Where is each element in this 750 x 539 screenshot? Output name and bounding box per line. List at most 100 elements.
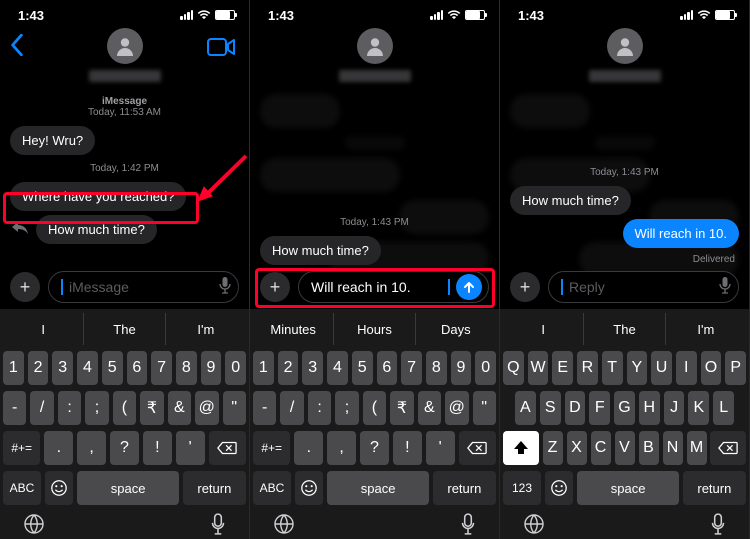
key-a[interactable]: A <box>515 391 536 425</box>
key-![interactable]: ! <box>393 431 422 465</box>
key-h[interactable]: H <box>639 391 660 425</box>
key-.[interactable]: . <box>294 431 323 465</box>
message-input[interactable]: Will reach in 10. <box>298 271 489 303</box>
key-([interactable]: ( <box>113 391 136 425</box>
key-8[interactable]: 8 <box>176 351 197 385</box>
send-button[interactable] <box>456 274 482 300</box>
key-4[interactable]: 4 <box>327 351 348 385</box>
key-1[interactable]: 1 <box>3 351 24 385</box>
back-button[interactable] <box>10 32 24 63</box>
key-'[interactable]: ' <box>176 431 205 465</box>
key-0[interactable]: 0 <box>225 351 246 385</box>
sent-bubble[interactable]: Will reach in 10. <box>623 219 739 248</box>
key-z[interactable]: Z <box>543 431 563 465</box>
key-,[interactable]: , <box>327 431 356 465</box>
key-j[interactable]: J <box>664 391 685 425</box>
key-l[interactable]: L <box>713 391 734 425</box>
emoji-key[interactable] <box>545 471 573 505</box>
attach-plus-button[interactable]: + <box>10 272 40 302</box>
key-p[interactable]: P <box>725 351 746 385</box>
quoted-bubble[interactable]: How much time? <box>260 236 381 265</box>
key-7[interactable]: 7 <box>401 351 422 385</box>
key-4[interactable]: 4 <box>77 351 98 385</box>
key-i[interactable]: I <box>676 351 697 385</box>
key-"[interactable]: " <box>223 391 246 425</box>
key-;[interactable]: ; <box>85 391 108 425</box>
dictation-icon[interactable] <box>218 276 232 299</box>
key-2[interactable]: 2 <box>28 351 49 385</box>
key-/[interactable]: / <box>30 391 53 425</box>
facetime-button[interactable] <box>207 32 235 61</box>
backspace-key[interactable] <box>710 431 746 465</box>
key-v[interactable]: V <box>615 431 635 465</box>
suggestion[interactable]: I <box>503 313 584 345</box>
key-3[interactable]: 3 <box>302 351 323 385</box>
dictate-key[interactable] <box>460 513 476 539</box>
dictate-key[interactable] <box>710 513 726 539</box>
key-d[interactable]: D <box>565 391 586 425</box>
swipe-reply-row[interactable]: How much time? <box>10 215 239 244</box>
suggestion[interactable]: The <box>584 313 665 345</box>
key-'[interactable]: ' <box>426 431 455 465</box>
suggestion[interactable]: I <box>3 313 84 345</box>
contact-avatar[interactable] <box>107 28 143 64</box>
key-c[interactable]: C <box>591 431 611 465</box>
suggestion[interactable]: The <box>84 313 165 345</box>
attach-plus-button[interactable]: + <box>260 272 290 302</box>
symbols-shift-key[interactable]: #+= <box>253 431 290 465</box>
key-y[interactable]: Y <box>627 351 648 385</box>
space-key[interactable]: space <box>327 471 428 505</box>
key-;[interactable]: ; <box>335 391 358 425</box>
key-"[interactable]: " <box>473 391 496 425</box>
key-w[interactable]: W <box>528 351 549 385</box>
keyboard[interactable]: I The I'm QWERTYUIOP ASDFGHJKL ZXCVBNM 1… <box>500 309 749 539</box>
key-5[interactable]: 5 <box>102 351 123 385</box>
abc-key[interactable]: ABC <box>253 471 291 505</box>
emoji-key[interactable] <box>295 471 323 505</box>
attach-plus-button[interactable]: + <box>510 272 540 302</box>
key-&[interactable]: & <box>168 391 191 425</box>
key-1[interactable]: 1 <box>253 351 274 385</box>
globe-key[interactable] <box>23 513 45 539</box>
key-9[interactable]: 9 <box>201 351 222 385</box>
key-8[interactable]: 8 <box>426 351 447 385</box>
globe-key[interactable] <box>523 513 545 539</box>
contact-avatar[interactable] <box>607 28 643 64</box>
key-s[interactable]: S <box>540 391 561 425</box>
keyboard[interactable]: I The I'm 1234567890 -/:;(₹&@" #+= .,?!'… <box>0 309 249 539</box>
space-key[interactable]: space <box>77 471 178 505</box>
shift-key[interactable] <box>503 431 539 465</box>
numbers-key[interactable]: 123 <box>503 471 541 505</box>
key-u[interactable]: U <box>651 351 672 385</box>
key-f[interactable]: F <box>589 391 610 425</box>
key-₹[interactable]: ₹ <box>140 391 163 425</box>
received-bubble[interactable]: Hey! Wru? <box>10 126 95 155</box>
key-2[interactable]: 2 <box>278 351 299 385</box>
key-6[interactable]: 6 <box>377 351 398 385</box>
key-k[interactable]: K <box>688 391 709 425</box>
backspace-key[interactable] <box>209 431 246 465</box>
suggestion[interactable]: Hours <box>334 313 415 345</box>
key-5[interactable]: 5 <box>352 351 373 385</box>
abc-key[interactable]: ABC <box>3 471 41 505</box>
key-@[interactable]: @ <box>195 391 218 425</box>
key-&[interactable]: & <box>418 391 441 425</box>
key-([interactable]: ( <box>363 391 386 425</box>
key-6[interactable]: 6 <box>127 351 148 385</box>
key-b[interactable]: B <box>639 431 659 465</box>
key-0[interactable]: 0 <box>475 351 496 385</box>
message-input[interactable]: Reply <box>548 271 739 303</box>
key-7[interactable]: 7 <box>151 351 172 385</box>
key--[interactable]: - <box>253 391 276 425</box>
globe-key[interactable] <box>273 513 295 539</box>
key-@[interactable]: @ <box>445 391 468 425</box>
key-:[interactable]: : <box>58 391 81 425</box>
suggestion[interactable]: I'm <box>666 313 746 345</box>
key-n[interactable]: N <box>663 431 683 465</box>
key-e[interactable]: E <box>552 351 573 385</box>
symbols-shift-key[interactable]: #+= <box>3 431 40 465</box>
dictate-key[interactable] <box>210 513 226 539</box>
key-/[interactable]: / <box>280 391 303 425</box>
key-m[interactable]: M <box>687 431 707 465</box>
received-bubble[interactable]: Where have you reached? <box>10 182 186 211</box>
